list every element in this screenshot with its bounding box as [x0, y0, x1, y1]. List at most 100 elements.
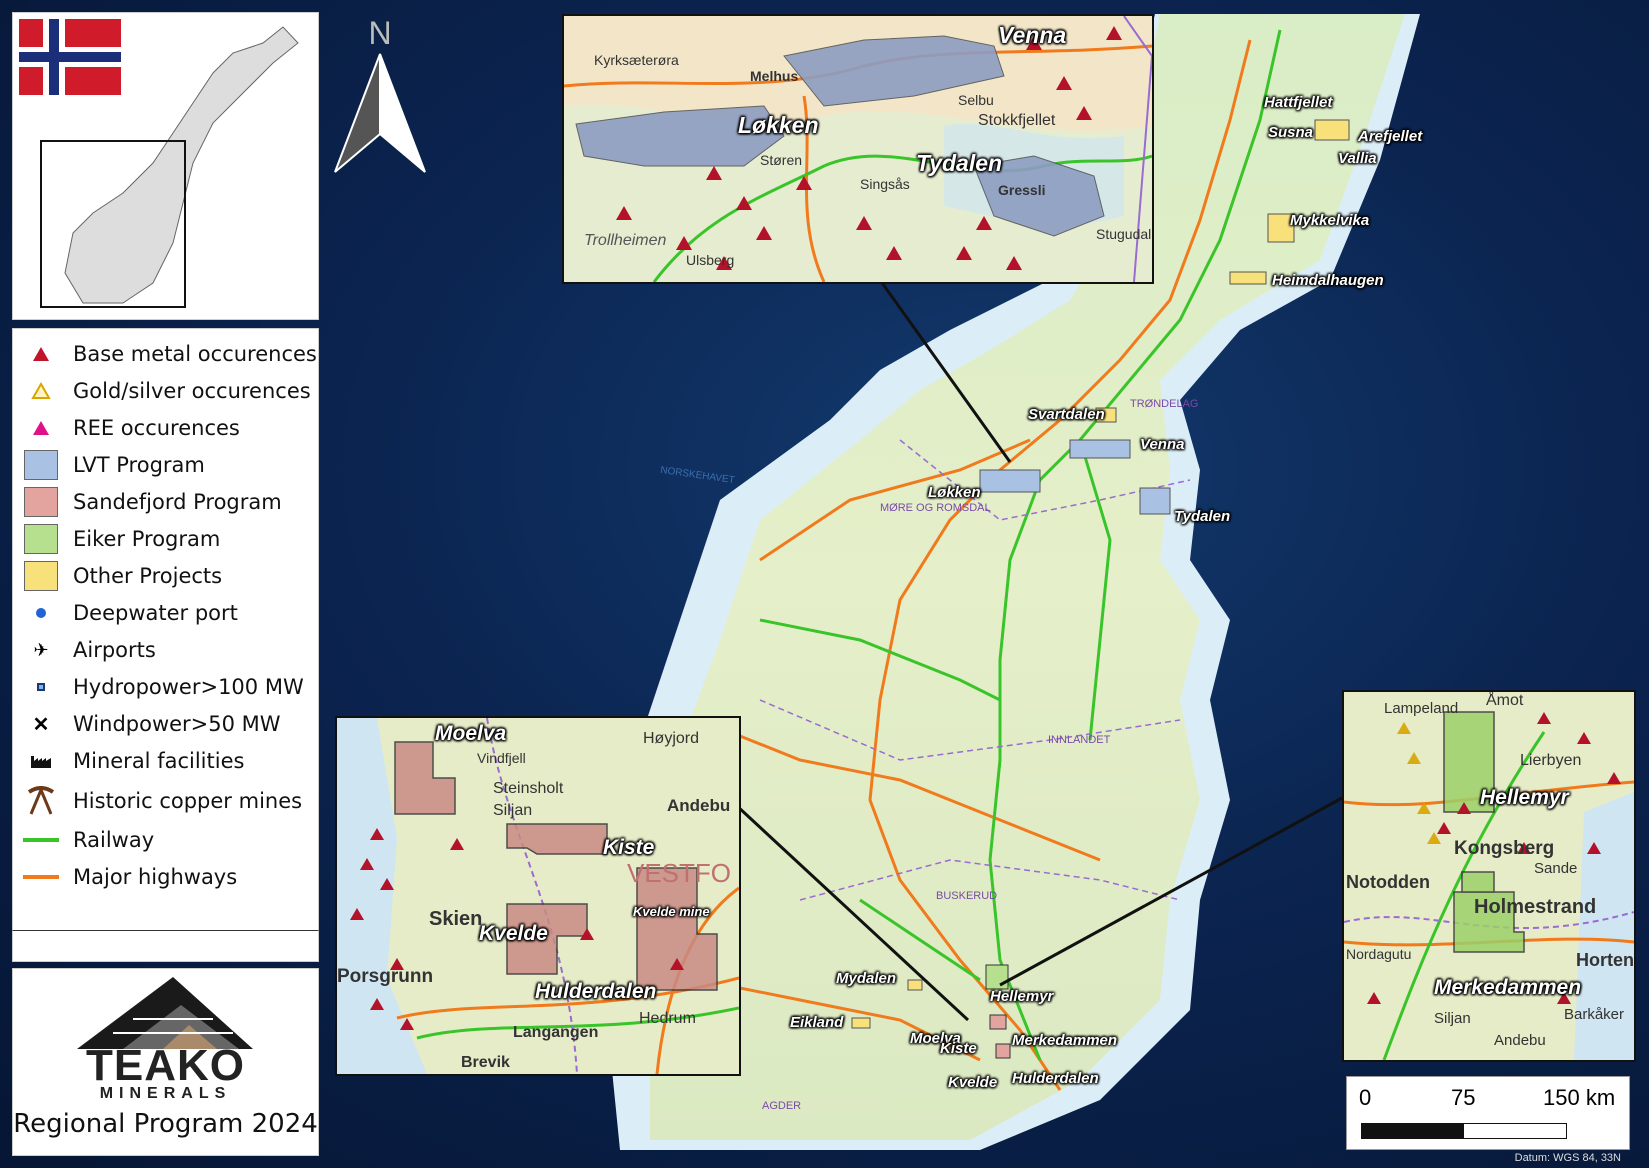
town-steinsholt: Steinsholt [493, 780, 564, 797]
inset-label-merkedammen: Merkedammen [1434, 976, 1582, 999]
town-kyrksaetero: Kyrksæterøra [594, 52, 679, 68]
blue-swatch [24, 450, 58, 480]
town-langangen: Langangen [513, 1024, 599, 1041]
airport-icon: ✈ [33, 639, 49, 660]
legend-row-ree: REE occurences [23, 411, 240, 445]
town-nordagutu: Nordagutu [1346, 946, 1412, 962]
legend-panel: Base metal occurences Gold/silver occure… [12, 328, 319, 932]
inset-map-trondelag[interactable]: Venna Løkken Tydalen Melhus Selbu Støren… [562, 14, 1154, 284]
region-label-agder: AGDER [762, 1100, 802, 1112]
north-arrow: N [325, 14, 435, 174]
label-heimdalhaugen: Heimdalhaugen [1272, 272, 1384, 289]
datum-label: Datum: WGS 84, 33N [1514, 1152, 1621, 1164]
legend-row-wind: ✕ Windpower>50 MW [32, 712, 281, 736]
town-brevik: Brevik [461, 1054, 510, 1071]
wind-icon: ✕ [32, 713, 50, 736]
region-vestfold: VESTFO [627, 858, 732, 888]
town-gressli: Gressli [998, 182, 1046, 198]
town-melhus: Melhus [750, 68, 799, 84]
town-notodden: Notodden [1346, 872, 1430, 892]
legend-row-mineral: Mineral facilities [23, 744, 244, 778]
town-lierbyen: Lierbyen [1520, 752, 1582, 769]
label-mykkelvika: Mykkelvika [1290, 212, 1370, 229]
magenta-triangle-icon [33, 421, 49, 435]
inset-map-eiker[interactable]: Hellemyr Merkedammen Notodden Kongsberg … [1342, 690, 1636, 1062]
town-stugudal: Stugudal [1096, 226, 1152, 242]
logo-sub: MINERALS [99, 1085, 232, 1102]
label-susna: Susna [1268, 124, 1314, 141]
legend-row-lvt: LVT Program [23, 448, 205, 482]
town-skien: Skien [429, 908, 483, 930]
town-andebu: Andebu [1494, 1032, 1546, 1049]
legend-row-other: Other Projects [23, 559, 222, 593]
town-ulsberg: Ulsberg [686, 252, 735, 268]
legend-row-copper: Historic copper mines [23, 784, 302, 818]
legend-row-highways: Major highways [23, 860, 237, 894]
region-label-buskerud: BUSKERUD [936, 890, 998, 902]
label-venna: Venna [1140, 436, 1185, 453]
inset-label-kvelde: Kvelde [479, 922, 548, 945]
town-vindfjell: Vindfjell [477, 750, 526, 766]
scale-tick-150: 150 km [1543, 1085, 1616, 1110]
highway-line [23, 875, 59, 879]
label-kvelde: Kvelde [948, 1074, 998, 1091]
label-tydalen: Tydalen [1174, 508, 1231, 525]
legend-row-hydro: Hydropower>100 MW [23, 670, 304, 704]
town-kongsberg: Kongsberg [1454, 838, 1555, 859]
label-vallia: Vallia [1338, 150, 1377, 167]
red-triangle-icon [33, 347, 49, 361]
label-eikland: Eikland [790, 1014, 844, 1031]
town-stokkfjellet: Stokkfjellet [978, 112, 1056, 129]
green-swatch [24, 524, 58, 554]
town-porsgrunn: Porsgrunn [337, 966, 434, 987]
town-storen: Støren [760, 152, 803, 168]
legend-row-railway: Railway [23, 823, 154, 857]
inset-map-sandefjord[interactable]: Moelva Kiste Kvelde Hulderdalen Kvelde m… [335, 716, 741, 1076]
inset-label-kvelde-mine: Kvelde mine [633, 904, 710, 919]
red-swatch [24, 487, 58, 517]
town-horten: Horten [1576, 950, 1634, 970]
scale-bar: 0 75 150 km [1346, 1076, 1630, 1150]
railway-line [23, 838, 59, 842]
region-label-trondelag: TRØNDELAG [1130, 398, 1199, 410]
inset-label-moelva: Moelva [435, 722, 507, 745]
label-hellemyr: Hellemyr [990, 988, 1054, 1005]
scale-tick-0: 0 [1359, 1085, 1372, 1110]
legend-row-base-metal: Base metal occurences [23, 337, 317, 371]
legend-row-gold: Gold/silver occurences [23, 374, 311, 408]
scale-tick-75: 75 [1451, 1085, 1476, 1110]
legend-row-airports: ✈ Airports [33, 638, 156, 662]
label-mydalen: Mydalen [836, 970, 897, 987]
inset-label-hellemyr: Hellemyr [1480, 786, 1569, 809]
teako-logo-panel: TEAKO MINERALS Regional Program 2024 [12, 968, 319, 1156]
town-hedrum: Hedrum [639, 1010, 696, 1027]
town-andebu: Andebu [667, 796, 731, 815]
legend-row-sandefjord: Sandefjord Program [23, 485, 282, 519]
label-hulderdalen: Hulderdalen [1012, 1070, 1099, 1087]
overview-map [12, 12, 319, 320]
town-hoyjord: Høyjord [643, 730, 700, 747]
yellow-swatch [24, 561, 58, 591]
hydro-icon [37, 683, 45, 691]
town-holmestrand: Holmestrand [1474, 896, 1597, 918]
inset-label-kiste: Kiste [603, 836, 655, 859]
north-letter: N [368, 15, 391, 51]
legend-row-port: Deepwater port [23, 596, 238, 630]
town-amot: Åmot [1486, 692, 1524, 709]
port-icon [36, 608, 46, 618]
sea-label: NORSKEHAVET [659, 464, 736, 487]
norway-flag-icon [19, 19, 121, 95]
gold-triangle-icon [31, 382, 51, 399]
inset-label-hulderdalen: Hulderdalen [535, 980, 657, 1003]
inset-label-tydalen: Tydalen [916, 150, 1003, 176]
logo-name: TEAKO [86, 1041, 245, 1090]
label-kiste: Kiste [940, 1040, 977, 1057]
town-barkaker: Barkåker [1564, 1006, 1625, 1023]
legend-row-eiker: Eiker Program [23, 522, 220, 556]
inset-label-lokken: Løkken [738, 112, 819, 138]
label-svartdalen: Svartdalen [1028, 406, 1105, 423]
region-label-more: MØRE OG ROMSDAL [880, 502, 991, 514]
factory-icon [31, 756, 51, 768]
label-hattfjellet: Hattfjellet [1264, 94, 1333, 111]
inset-label-venna: Venna [998, 22, 1067, 48]
